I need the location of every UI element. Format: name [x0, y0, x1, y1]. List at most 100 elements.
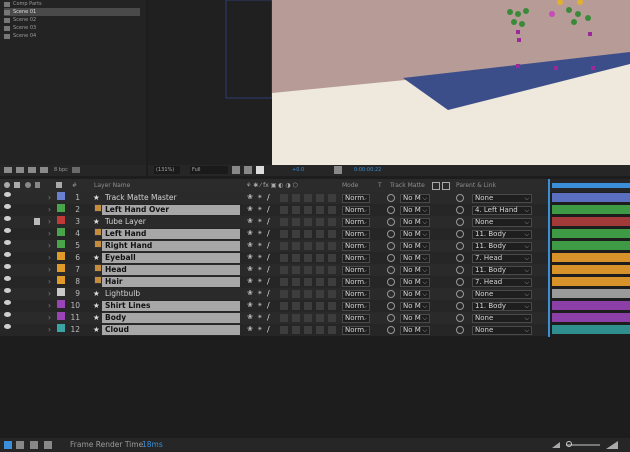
motion-blur-switch[interactable] [304, 314, 312, 322]
frame-blend-switch[interactable] [292, 242, 300, 250]
layer-duration-bar[interactable] [552, 229, 630, 238]
preserve-transparency-icon[interactable] [387, 314, 395, 322]
bpc-label[interactable]: 8 bpc [54, 167, 68, 174]
layer-row[interactable]: › 11 ★ Body ❀ ✴ / Norm ⌵ No M ⌵ None ⌵ [0, 312, 548, 324]
frame-blend-switch[interactable] [292, 266, 300, 274]
track-matte-dropdown[interactable]: No M ⌵ [400, 325, 430, 335]
blend-mode-dropdown[interactable]: Norm ⌵ [342, 301, 370, 311]
new-folder-icon[interactable] [16, 167, 24, 173]
layer-name[interactable]: Left Hand Over [102, 204, 240, 215]
expand-twirl-icon[interactable]: › [48, 216, 51, 227]
layer-duration-bar[interactable] [552, 301, 630, 310]
track-matte-dropdown[interactable]: No M ⌵ [400, 253, 430, 263]
project-item[interactable]: Scene 03 [4, 24, 36, 32]
audio-icon[interactable] [14, 182, 20, 188]
layer-row[interactable]: › 2 Left Hand Over ❀ ✴ / Norm ⌵ No M ⌵ 4. Left Han… [0, 204, 548, 216]
layer-name[interactable]: Cloud [102, 324, 240, 335]
blend-mode-dropdown[interactable]: Norm ⌵ [342, 205, 370, 215]
adjustment-switch[interactable] [316, 254, 324, 262]
3d-layer-switch[interactable] [328, 242, 336, 250]
preserve-transparency-icon[interactable] [387, 290, 395, 298]
shy-switch-icon[interactable]: ❀ [247, 312, 253, 323]
blend-mode-dropdown[interactable]: Norm ⌵ [342, 289, 370, 299]
project-item[interactable]: Comp Parts [4, 0, 42, 8]
layer-duration-bar[interactable] [552, 253, 630, 262]
quality-switch-icon[interactable]: / [267, 252, 270, 263]
layer-row[interactable]: › 1 ★ Track Matte Master ❀ ✴ / Norm ⌵ No M ⌵ None ⌵ [0, 192, 548, 204]
region-of-interest-icon[interactable] [232, 166, 240, 174]
shy-switch-icon[interactable]: ❀ [247, 252, 253, 263]
zoom-out-icon[interactable] [552, 442, 560, 448]
label-color[interactable] [57, 204, 65, 212]
shy-switch-icon[interactable]: ❀ [247, 300, 253, 311]
exposure-value[interactable]: +0.0 [292, 166, 304, 174]
pick-whip-icon[interactable] [456, 194, 464, 202]
quality-switch-icon[interactable]: / [267, 228, 270, 239]
label-color[interactable] [57, 324, 65, 332]
new-composition-icon[interactable] [28, 167, 36, 173]
effect-switch[interactable] [280, 326, 288, 334]
effect-switch[interactable] [280, 230, 288, 238]
eye-icon[interactable] [4, 216, 11, 221]
pick-whip-icon[interactable] [456, 230, 464, 238]
pick-whip-icon[interactable] [456, 218, 464, 226]
3d-layer-switch[interactable] [328, 326, 336, 334]
pick-whip-icon[interactable] [456, 242, 464, 250]
parent-dropdown[interactable]: 7. Head ⌵ [472, 277, 532, 287]
track-matte-dropdown[interactable]: No M ⌵ [400, 217, 430, 227]
layer-name[interactable]: Lightbulb [102, 289, 240, 299]
adjustment-switch[interactable] [316, 230, 324, 238]
motion-blur-switch[interactable] [304, 194, 312, 202]
expand-twirl-icon[interactable]: › [48, 240, 51, 251]
blend-mode-dropdown[interactable]: Norm ⌵ [342, 277, 370, 287]
layer-name[interactable]: Hair [102, 276, 240, 287]
eye-icon[interactable] [4, 276, 11, 281]
collapse-switch-icon[interactable]: ✴ [257, 240, 263, 251]
track-matte-dropdown[interactable]: No M ⌵ [400, 277, 430, 287]
quality-switch-icon[interactable]: / [267, 240, 270, 251]
parent-dropdown[interactable]: None ⌵ [472, 325, 532, 335]
parent-dropdown[interactable]: 4. Left Hand ⌵ [472, 205, 532, 215]
pick-whip-icon[interactable] [456, 290, 464, 298]
collapse-switch-icon[interactable]: ✴ [257, 264, 263, 275]
layer-duration-bar[interactable] [552, 325, 630, 334]
collapse-switch-icon[interactable]: ✴ [257, 252, 263, 263]
label-color[interactable] [57, 228, 65, 236]
motion-blur-switch[interactable] [304, 242, 312, 250]
expand-twirl-icon[interactable]: › [48, 312, 51, 323]
parent-dropdown[interactable]: 11. Body ⌵ [472, 241, 532, 251]
parent-dropdown[interactable]: None ⌵ [472, 193, 532, 203]
pick-whip-icon[interactable] [456, 326, 464, 334]
adjustment-switch[interactable] [316, 218, 324, 226]
effect-switch[interactable] [280, 266, 288, 274]
effect-switch[interactable] [280, 194, 288, 202]
quality-switch-icon[interactable]: / [267, 288, 270, 299]
blend-mode-dropdown[interactable]: Norm ⌵ [342, 229, 370, 239]
layer-name[interactable]: Shirt Lines [102, 300, 240, 311]
parent-dropdown[interactable]: 7. Head ⌵ [472, 253, 532, 263]
effect-switch[interactable] [280, 254, 288, 262]
expand-twirl-icon[interactable]: › [48, 192, 51, 203]
graph-editor-icon[interactable] [44, 441, 52, 449]
zoom-in-icon[interactable] [606, 441, 618, 449]
quality-switch-icon[interactable]: / [267, 264, 270, 275]
label-color[interactable] [57, 312, 65, 320]
pick-whip-icon[interactable] [456, 266, 464, 274]
adjustment-switch[interactable] [316, 326, 324, 334]
quality-switch-icon[interactable]: / [267, 276, 270, 287]
layer-row[interactable]: › 9 ★ Lightbulb ❀ ✴ / Norm ⌵ No M ⌵ None ⌵ [0, 288, 548, 300]
eye-icon[interactable] [4, 252, 11, 257]
frame-blend-switch[interactable] [292, 218, 300, 226]
adjustment-switch[interactable] [316, 206, 324, 214]
pick-whip-icon[interactable] [456, 278, 464, 286]
layer-name[interactable]: Right Hand [102, 240, 240, 251]
motion-blur-switch[interactable] [304, 278, 312, 286]
motion-blur-switch[interactable] [304, 254, 312, 262]
motion-blur-switch[interactable] [304, 266, 312, 274]
expand-twirl-icon[interactable]: › [48, 264, 51, 275]
layer-name[interactable]: Left Hand [102, 228, 240, 239]
label-color[interactable] [57, 276, 65, 284]
3d-layer-switch[interactable] [328, 278, 336, 286]
preserve-transparency-icon[interactable] [387, 218, 395, 226]
eye-icon[interactable] [4, 192, 11, 197]
